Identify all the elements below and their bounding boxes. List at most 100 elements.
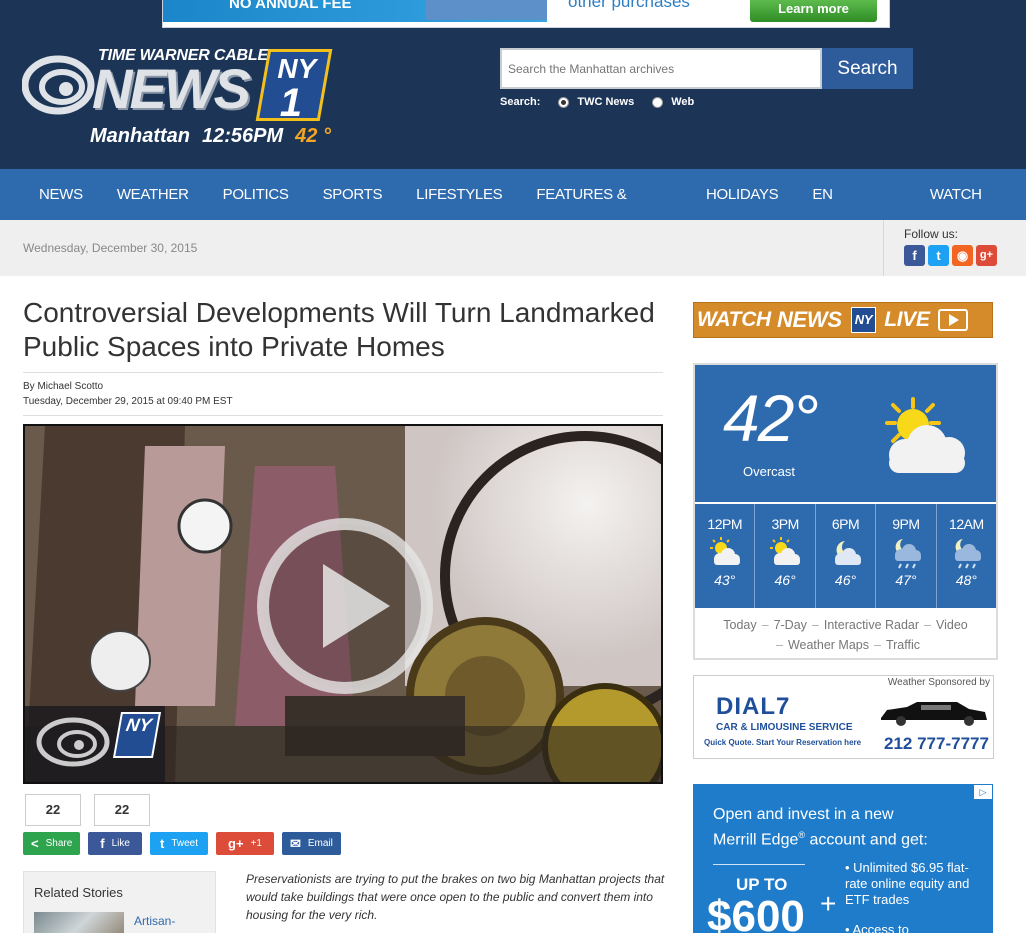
video-player[interactable]: NY: [23, 424, 663, 784]
sponsor-label: Weather Sponsored by: [887, 677, 990, 688]
share-icon: <: [31, 836, 39, 851]
ny1-badge-1: 1: [279, 81, 302, 125]
twc-eye-icon: [22, 55, 95, 115]
nav-item-news[interactable]: NEWS: [22, 169, 100, 220]
watch-live-brand: NEWS: [776, 307, 842, 332]
radio-twc-news[interactable]: [558, 96, 570, 108]
sponsor-service: CAR & LIMOUSINE SERVICE: [716, 722, 853, 733]
email-button[interactable]: ✉ Email: [281, 832, 341, 855]
author[interactable]: By Michael Scotto: [23, 379, 663, 394]
related-stories: Related Stories Artisan-: [23, 871, 216, 933]
article-headline: Controversial Developments Will Turn Lan…: [23, 297, 655, 362]
brand-main-text: NEWS: [92, 57, 251, 120]
location-line: Manhattan 12:56PM 42 °: [90, 125, 331, 148]
hour-label: 6PM: [831, 516, 860, 532]
ad-learn-more-button[interactable]: Learn more: [750, 0, 877, 22]
email-icon: ✉: [289, 835, 301, 851]
hour-temp: 46°: [834, 572, 857, 588]
hourly-item[interactable]: 3PM 46°: [755, 504, 816, 608]
merrill-edge-ad[interactable]: ▷ Open and invest in a new Merrill Edge®…: [693, 784, 993, 933]
hourly-item[interactable]: 9PM 47°: [876, 504, 937, 608]
top-ad-bar: NO ANNUAL FEE other purchases Learn more: [0, 0, 1026, 30]
hour-label: 9PM: [892, 516, 920, 532]
watch-live-ny: NY: [850, 307, 877, 333]
nav-item-features-shows[interactable]: FEATURES & SHOWS: [519, 169, 689, 254]
ad-plus: +: [820, 888, 837, 919]
publish-timestamp: Tuesday, December 29, 2015 at 09:40 PM E…: [23, 396, 233, 407]
nav-item-weather[interactable]: WEATHER: [100, 169, 206, 220]
header-temperature: 42 °: [295, 125, 331, 147]
rain-cloud-night-icon: [937, 536, 996, 570]
like-button[interactable]: f Like: [88, 832, 142, 855]
ad-choices-icon[interactable]: ▷: [974, 785, 992, 799]
hourly-item[interactable]: 6PM 46°: [816, 504, 877, 608]
current-time: 12:56PM: [202, 125, 284, 147]
ad-line-2: Merrill Edge: [713, 831, 799, 849]
main-nav: NEWS WEATHER POLITICS SPORTS LIFESTYLES …: [0, 169, 1026, 254]
play-icon[interactable]: [255, 516, 435, 696]
partly-sunny-icon: [695, 536, 754, 570]
sponsor-brand: DIAL7: [716, 693, 791, 720]
tweet-button-label: Tweet: [171, 838, 199, 849]
byline: By Michael Scotto Tuesday, December 29, …: [23, 372, 663, 416]
tweet-button[interactable]: t Tweet: [149, 832, 209, 855]
radio-web[interactable]: [652, 96, 664, 108]
follow-us-label: Follow us:: [904, 227, 959, 241]
hour-label: 3PM: [771, 516, 799, 532]
google-plus-icon[interactable]: g+: [976, 245, 997, 266]
email-button-label: Email: [307, 838, 333, 849]
article-summary: Preservationists are trying to put the b…: [246, 872, 665, 922]
search-scope-label: Search:: [500, 96, 541, 108]
ny1-watermark-badge: NY: [112, 712, 162, 758]
page: NO ANNUAL FEE other purchases Learn more…: [0, 0, 1026, 933]
rss-icon[interactable]: ◉: [952, 245, 973, 266]
share-counts: 22 22: [25, 794, 163, 826]
search-button[interactable]: Search: [822, 48, 913, 89]
google-plus-button[interactable]: g+ +1: [216, 832, 274, 855]
current-date: Wednesday, December 30, 2015: [23, 241, 198, 255]
facebook-icon[interactable]: f: [904, 245, 925, 266]
nav-item-lifestyles[interactable]: LIFESTYLES: [399, 169, 519, 220]
weather-current[interactable]: 42° Overcast: [695, 365, 996, 502]
hourly-item[interactable]: 12AM 48°: [937, 504, 996, 608]
radio-twc-news-label: TWC News: [577, 96, 635, 108]
watch-live-banner[interactable]: WATCH NEWS NY LIVE: [693, 302, 993, 338]
related-story-link[interactable]: Artisan-: [134, 914, 175, 928]
twitter-icon: t: [159, 836, 165, 851]
share-button[interactable]: < Share: [23, 832, 81, 855]
weather-link-video[interactable]: Video: [936, 618, 968, 632]
limousine-icon: [881, 702, 987, 726]
weather-sponsor-ad[interactable]: Weather Sponsored by DIAL7 CAR & LIMOUSI…: [693, 675, 994, 759]
follow-us: Follow us: f t ◉ g+: [883, 220, 1026, 276]
hour-label: 12PM: [707, 516, 742, 532]
weather-link-maps[interactable]: Weather Maps: [788, 638, 869, 652]
search-input[interactable]: [500, 48, 822, 89]
nav-item-holidays[interactable]: HOLIDAYS: [689, 169, 795, 220]
social-icons: f t ◉ g+: [904, 245, 1026, 266]
twitter-icon[interactable]: t: [928, 245, 949, 266]
weather-link-radar[interactable]: Interactive Radar: [824, 618, 919, 632]
hourly-item[interactable]: 12PM 43°: [695, 504, 756, 608]
nav-item-en-espanol[interactable]: EN ESPAÑOL: [795, 169, 912, 254]
top-banner-ad[interactable]: NO ANNUAL FEE other purchases Learn more: [162, 0, 890, 28]
hour-temp: 46°: [774, 572, 796, 588]
cloudy-night-icon: [816, 536, 875, 570]
radio-web-label: Web: [671, 96, 695, 108]
rain-cloud-night-icon: [876, 536, 935, 570]
watch-live-watch: WATCH: [697, 308, 771, 331]
partly-sunny-icon: [755, 536, 814, 570]
ny1-badge: NY 1: [255, 49, 333, 125]
hour-temp: 48°: [955, 572, 977, 588]
weather-link-7-day[interactable]: 7-Day: [774, 618, 807, 632]
nav-item-politics[interactable]: POLITICS: [206, 169, 306, 220]
nav-item-sports[interactable]: SPORTS: [306, 169, 400, 220]
nav-item-watch-live[interactable]: WATCH LIVE: [913, 169, 1026, 254]
search-scope: Search: TWC News Web: [500, 96, 694, 108]
current-condition: Overcast: [743, 464, 796, 479]
facebook-icon: f: [100, 836, 105, 851]
weather-link-today[interactable]: Today: [723, 618, 756, 632]
related-story-thumbnail[interactable]: [34, 912, 124, 933]
ad-line-2-suffix: account and get:: [805, 831, 928, 849]
weather-link-traffic[interactable]: Traffic: [886, 638, 920, 652]
location-name: Manhattan: [90, 125, 190, 147]
